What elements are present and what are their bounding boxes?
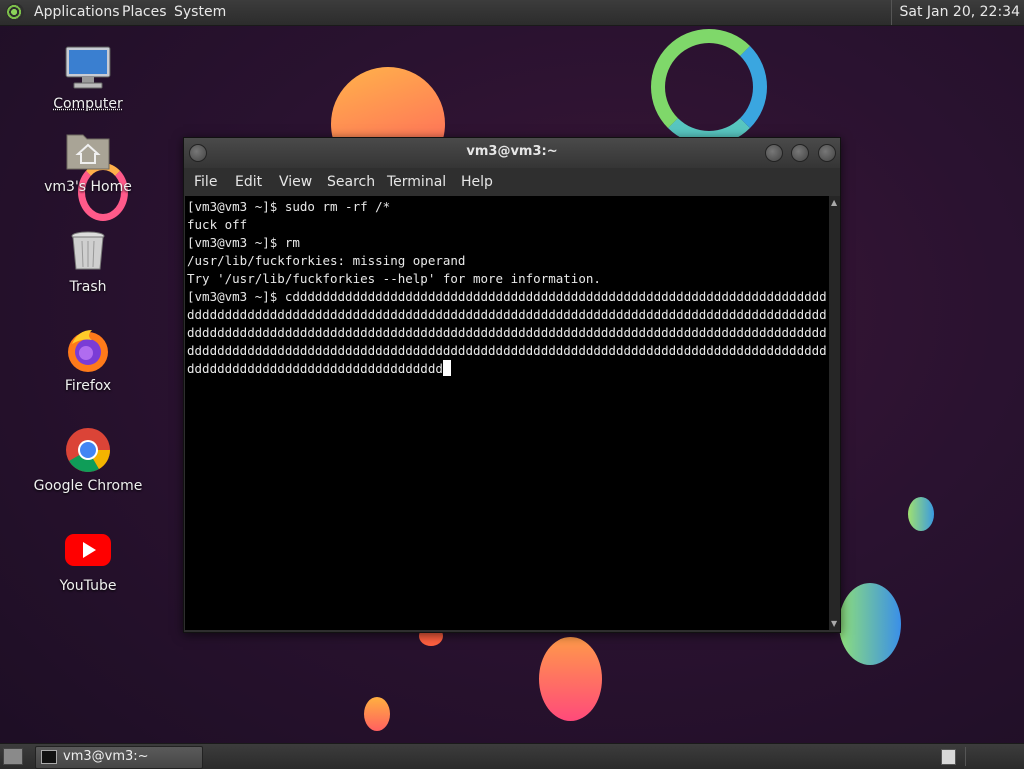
youtube-icon — [64, 526, 112, 574]
close-button[interactable] — [818, 144, 836, 162]
firefox-icon — [64, 326, 112, 374]
show-desktop-icon[interactable] — [3, 748, 23, 765]
menu-applications[interactable]: Applications — [34, 0, 120, 25]
desktop-icon-label: YouTube — [33, 578, 143, 594]
maximize-button[interactable] — [791, 144, 809, 162]
decorative-small-orange-ellipse — [364, 697, 390, 731]
terminal-body[interactable]: [vm3@vm3 ~]$ sudo rm -rf /* fuck off [vm… — [185, 196, 829, 630]
minimize-button[interactable] — [765, 144, 783, 162]
terminal-output: [vm3@vm3 ~]$ sudo rm -rf /* fuck off [vm… — [185, 196, 827, 378]
desktop-icon-label: Google Chrome — [33, 478, 143, 494]
terminal-titlebar[interactable]: vm3@vm3:~ — [184, 138, 840, 168]
clock-container[interactable]: Sat Jan 20, 22:34 — [891, 0, 1024, 25]
desktop-icon-label: Firefox — [33, 378, 143, 394]
text-cursor — [443, 360, 451, 376]
decorative-green-ring — [651, 29, 767, 145]
desktop-icon-label: Trash — [33, 279, 143, 295]
desktop-icon-firefox[interactable]: Firefox — [33, 326, 143, 394]
decorative-blue-green-ellipse — [908, 497, 934, 531]
computer-icon — [64, 44, 112, 92]
top-panel: Applications Places System Sat Jan 20, 2… — [0, 0, 1024, 26]
clock[interactable]: Sat Jan 20, 22:34 — [900, 4, 1024, 20]
workspace-switcher[interactable] — [941, 749, 956, 765]
panel-separator — [965, 747, 966, 766]
desktop-icon-youtube[interactable]: YouTube — [33, 526, 143, 594]
terminal-output-text: [vm3@vm3 ~]$ sudo rm -rf /* fuck off [vm… — [187, 199, 827, 376]
decorative-teal-ellipse — [839, 583, 901, 665]
menu-help[interactable]: Help — [461, 174, 493, 190]
terminal-scrollbar[interactable]: ▲ ▼ — [829, 196, 840, 630]
desktop-icon-label: vm3's Home — [33, 179, 143, 195]
home-folder-icon — [64, 127, 112, 175]
menu-view[interactable]: View — [279, 174, 312, 190]
menu-places[interactable]: Places — [122, 0, 167, 25]
taskbar-button-label: vm3@vm3:~ — [63, 749, 149, 764]
trash-icon — [64, 227, 112, 275]
menu-system[interactable]: System — [174, 0, 226, 25]
scroll-down-arrow-icon[interactable]: ▼ — [831, 619, 837, 628]
taskbar-button-terminal[interactable]: vm3@vm3:~ — [35, 746, 203, 769]
terminal-window[interactable]: vm3@vm3:~ File Edit View Search Terminal… — [183, 137, 841, 633]
menu-terminal[interactable]: Terminal — [387, 174, 446, 190]
menu-search[interactable]: Search — [327, 174, 375, 190]
desktop-icon-label: Computer — [33, 96, 143, 112]
terminal-icon — [41, 750, 57, 764]
terminal-title: vm3@vm3:~ — [184, 144, 840, 159]
app-menu-logo-icon[interactable] — [6, 3, 24, 21]
desktop-icon-computer[interactable]: Computer — [33, 44, 143, 112]
menu-file[interactable]: File — [194, 174, 217, 190]
terminal-menubar: File Edit View Search Terminal Help — [184, 168, 840, 196]
desktop-icon-trash[interactable]: Trash — [33, 227, 143, 295]
desktop-icon-home[interactable]: vm3's Home — [33, 127, 143, 195]
decorative-orange-ellipse — [539, 637, 602, 721]
chrome-icon — [64, 426, 112, 474]
desktop-icon-google-chrome[interactable]: Google Chrome — [33, 426, 143, 494]
scroll-up-arrow-icon[interactable]: ▲ — [831, 198, 837, 207]
bottom-panel: vm3@vm3:~ — [0, 743, 1024, 769]
menu-edit[interactable]: Edit — [235, 174, 262, 190]
